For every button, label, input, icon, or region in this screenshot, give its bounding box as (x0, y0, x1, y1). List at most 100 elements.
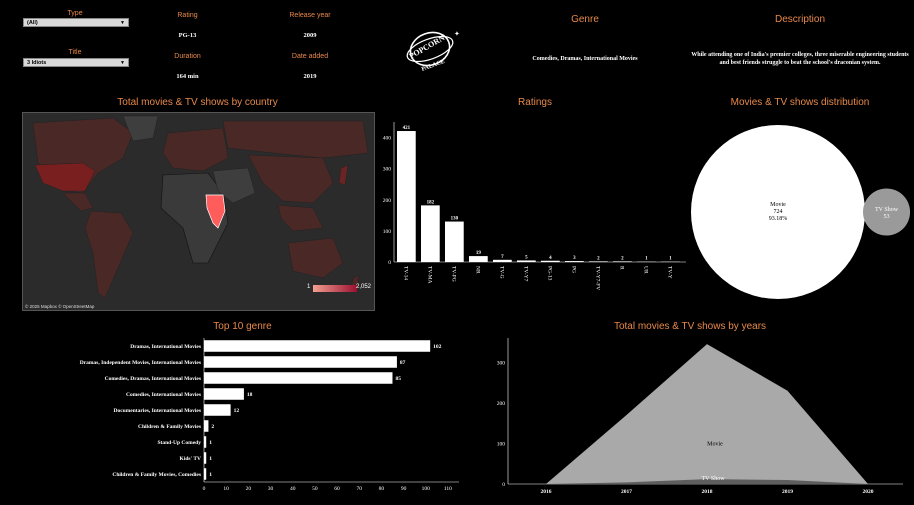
tv-show-bubble-count: 53 (884, 214, 890, 220)
description-value: While attending one of India's premier c… (691, 52, 909, 66)
genre-category-label: Dramas, International Movies (130, 344, 201, 350)
genre-x-tick: 60 (334, 486, 340, 492)
ratings-bar[interactable] (613, 261, 632, 262)
map-legend-bar (313, 285, 357, 292)
genre-x-tick: 30 (268, 486, 274, 492)
ratings-bar-label: 1 (645, 257, 648, 262)
movie-bubble-pct: 93.18% (769, 216, 788, 222)
ratings-bar[interactable] (541, 260, 560, 262)
ratings-category-label: TV-MA (426, 266, 432, 284)
ratings-bar-label: 1 (669, 257, 672, 262)
genre-bar[interactable] (204, 340, 431, 352)
years-chart: 0 100 200 300 Movie TV Show 2016 2017 2018 2019 20… (497, 338, 903, 495)
map-region-europe (162, 127, 229, 172)
ratings-bar[interactable] (469, 256, 488, 262)
ratings-bar-label: 3 (573, 256, 576, 261)
ratings-bar-label: 7 (501, 255, 504, 260)
ratings-bar-label: 2 (621, 256, 624, 261)
genre-bar[interactable] (204, 420, 209, 432)
years-x-tick: 2019 (782, 489, 793, 495)
release-year-label: Release year (289, 12, 331, 19)
genre-bar-label: 18 (247, 392, 253, 398)
map-region-japan (338, 164, 349, 186)
map-region-australia (287, 237, 344, 279)
star-icon: ✦ (454, 30, 460, 38)
ratings-bar[interactable] (421, 205, 440, 262)
ratings-bar[interactable] (517, 260, 536, 262)
ratings-bar[interactable] (397, 131, 416, 262)
ratings-category-label: NR (474, 266, 480, 274)
description-label: Description (774, 14, 826, 25)
genre-x-tick: 50 (312, 486, 318, 492)
genre-bar[interactable] (204, 372, 393, 384)
years-title: Total movies & TV shows by years (613, 321, 767, 332)
ratings-bar-label: 182 (427, 200, 435, 205)
ratings-bar-label: 2 (597, 256, 600, 261)
genre-category-label: Documentaries, International Movies (113, 408, 201, 414)
rating-value: PG-13 (178, 32, 197, 39)
genre-category-label: Children & Family Movies (138, 424, 201, 430)
ratings-bar-label: 4 (549, 256, 552, 261)
type-filter-dropdown[interactable]: (All) ▼ (23, 18, 129, 27)
genre-bar-label: 85 (395, 376, 401, 382)
genre-bar-label: 1 (209, 456, 212, 462)
release-year-value: 2009 (303, 32, 317, 39)
years-x-tick: 2020 (863, 489, 874, 495)
top-genre-title: Top 10 genre (213, 321, 272, 332)
genre-bar[interactable] (204, 436, 207, 448)
ratings-bar[interactable] (493, 259, 512, 262)
genre-category-label: Dramas, Independent Movies, Internationa… (80, 360, 201, 366)
ratings-category-label: PG (570, 266, 576, 273)
ratings-category-label: TV-PG (450, 266, 456, 282)
distribution-chart: Movie72493.18% TV Show53 (691, 125, 910, 299)
popcorn-palace-logo: POPCORN PALACE ✦ (406, 30, 460, 73)
years-x-tick: 2017 (621, 489, 632, 495)
ratings-category-label: UR (642, 266, 648, 274)
genre-x-tick: 90 (401, 486, 407, 492)
genre-category-label: Kids' TV (180, 456, 201, 462)
genre-x-tick: 80 (379, 486, 385, 492)
map-region-asia (247, 154, 334, 204)
genre-bar[interactable] (204, 356, 397, 368)
world-map[interactable]: © 2025 Mapbox © OpenStreetMap 1 2,052 (22, 112, 375, 311)
ratings-y-tick: 0 (388, 260, 391, 266)
ratings-category-label: R (618, 266, 624, 270)
ratings-category-label: TV-Y7-FV (594, 266, 600, 290)
date-added-label: Date added (291, 53, 329, 60)
ratings-bar[interactable] (589, 261, 608, 262)
genre-x-tick: 10 (223, 486, 229, 492)
world-map-svg (32, 115, 369, 299)
type-filter-label: Type (67, 10, 83, 17)
genre-value: Comedies, Dramas, International Movies (532, 56, 638, 62)
ratings-bar[interactable] (445, 221, 464, 262)
map-region-central-america (62, 192, 94, 212)
map-legend-max: 2,052 (356, 284, 372, 290)
genre-bar[interactable] (204, 388, 244, 400)
genre-bar-label: 87 (400, 360, 406, 366)
title-filter-dropdown[interactable]: 3 Idiots ▼ (23, 58, 129, 67)
genre-x-tick: 70 (356, 486, 362, 492)
ratings-bar-label: 19 (476, 251, 482, 256)
genre-bar-label: 12 (234, 408, 240, 414)
distribution-title: Movies & TV shows distribution (730, 97, 870, 108)
years-x-tick: 2016 (541, 489, 552, 495)
genre-category-label: Stand-Up Comedy (157, 440, 201, 446)
ratings-bar[interactable] (565, 261, 584, 262)
genre-bar[interactable] (204, 404, 231, 416)
years-series-label: Movie (707, 441, 723, 447)
title-filter-label: Title (68, 49, 82, 56)
genre-bar-label: 1 (209, 440, 212, 446)
genre-bar-label: 2 (211, 424, 214, 430)
genre-bar[interactable] (204, 468, 207, 480)
years-series-label: TV Show (701, 476, 725, 482)
rating-label: Rating (177, 12, 198, 19)
years-area-movie[interactable] (546, 344, 868, 484)
years-y-tick: 200 (497, 401, 506, 407)
map-region-usa (34, 162, 96, 192)
genre-bar-label: 102 (433, 344, 442, 350)
genre-bar[interactable] (204, 452, 207, 464)
ratings-y-tick: 400 (383, 136, 392, 142)
tv-show-bubble-label: TV Show (875, 207, 899, 213)
genre-x-tick: 0 (203, 486, 206, 492)
ratings-category-label: PG-13 (546, 266, 552, 281)
